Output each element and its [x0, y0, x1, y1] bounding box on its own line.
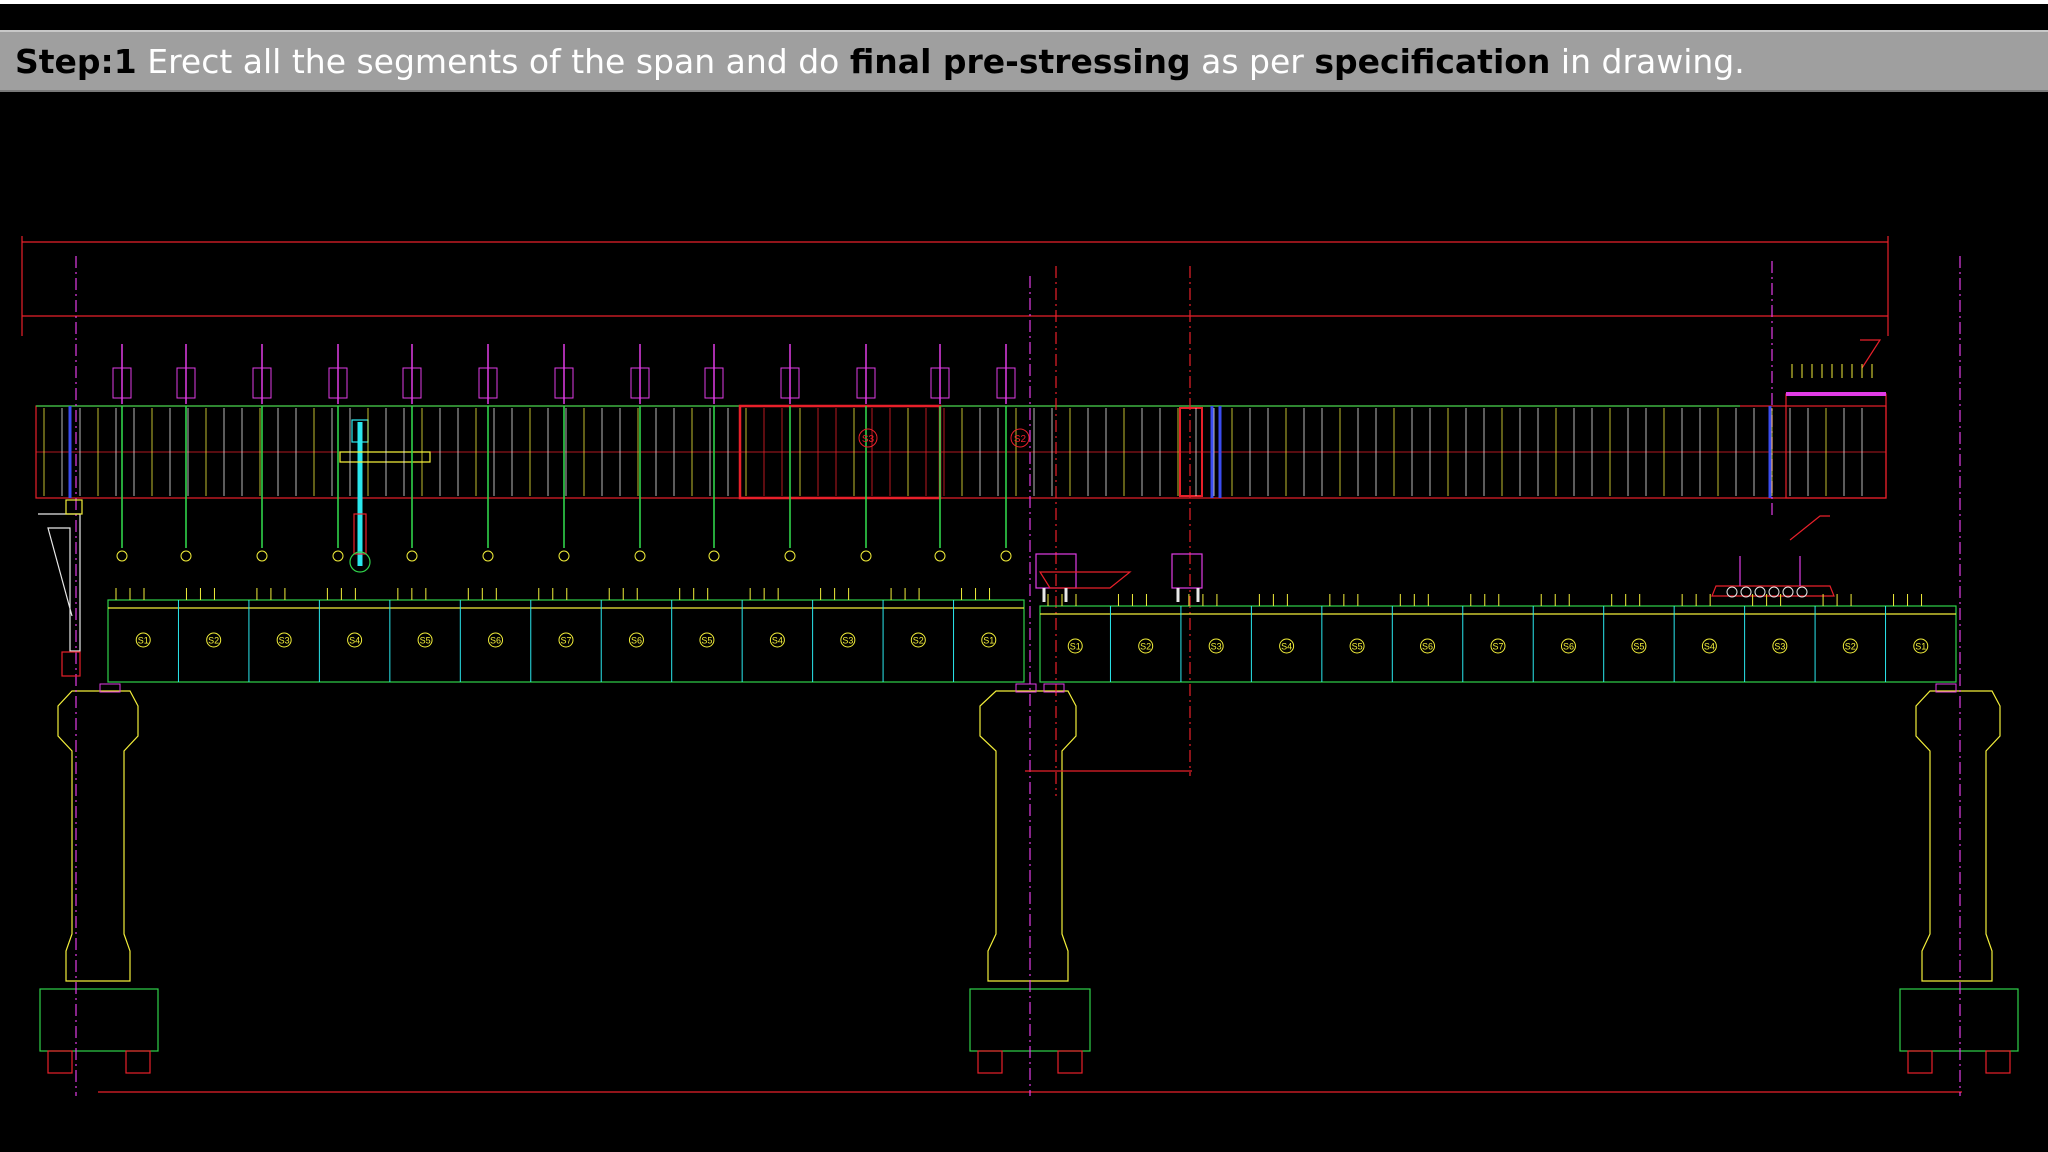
- girder-marker-label: S2: [1014, 434, 1027, 445]
- left-span-segment-label: S4: [349, 636, 360, 646]
- right-span-segment-label: S6: [1422, 642, 1433, 652]
- gantry-crane: [339, 419, 431, 573]
- left-span-segment-label: S3: [279, 636, 290, 646]
- right-span-segment-label: S2: [1140, 642, 1151, 652]
- left-pier: [39, 690, 159, 1074]
- right-span-segment-label: S4: [1281, 642, 1292, 652]
- hanger-hook: [784, 550, 796, 562]
- hanger-hook: [256, 550, 268, 562]
- right-span-segment-label: S1: [1915, 642, 1926, 652]
- instruction-text-3: in drawing.: [1560, 41, 1745, 81]
- left-span-segment-label: S7: [560, 636, 571, 646]
- right-span-segment-label: S1: [1070, 642, 1081, 652]
- step-banner: Step:1 Erect all the segments of the spa…: [0, 30, 2048, 92]
- right-span-segment-label: S5: [1633, 642, 1644, 652]
- left-span-segment-label: S4: [772, 636, 783, 646]
- hanger-hook: [406, 550, 418, 562]
- instruction-text-2: as per: [1201, 41, 1304, 81]
- step-label: Step:1: [15, 41, 137, 81]
- hanger-hook: [1000, 550, 1012, 562]
- lifting-frame: [1711, 339, 1882, 597]
- left-span-segment-label: S1: [983, 636, 994, 646]
- right-span-segment-label: S7: [1492, 642, 1503, 652]
- right-span-segment-label: S6: [1563, 642, 1574, 652]
- hanger-hook: [180, 550, 192, 562]
- right-span-segment-label: S2: [1845, 642, 1856, 652]
- hanger-hook: [482, 550, 494, 562]
- girder-nose: [1785, 393, 1887, 499]
- left-span-segment-label: S2: [208, 636, 219, 646]
- cad-drawing: S1 S2 S3 S4 S5 S6 S7 S6 S5 S4 S3 S2 S1 S1 S2 S3 S4 S5 S6 S7…: [0, 96, 2048, 1152]
- right-pier: [1899, 690, 2019, 1074]
- girder-marker-label: S3: [862, 434, 875, 445]
- hanger-hook: [634, 550, 646, 562]
- left-span-segment-label: S5: [420, 636, 431, 646]
- right-span-segment-label: S5: [1352, 642, 1363, 652]
- hanger-hook: [934, 550, 946, 562]
- left-span-segment-label: S5: [701, 636, 712, 646]
- instruction-bold-1: final pre-stressing: [849, 41, 1191, 81]
- instruction-bold-2: specification: [1314, 41, 1551, 81]
- right-span-segment-label: S3: [1774, 642, 1785, 652]
- right-span-segment-label: S4: [1704, 642, 1715, 652]
- middle-support-frame: [1035, 553, 1203, 602]
- left-span-segment-label: S6: [490, 636, 501, 646]
- hanger-hook: [116, 550, 128, 562]
- hanger-hook: [558, 550, 570, 562]
- hanger-hook: [332, 550, 344, 562]
- top-edge-line: [0, 0, 2048, 4]
- left-span-segment-label: S6: [631, 636, 642, 646]
- hanger-hook: [860, 550, 872, 562]
- left-span-segment-label: S1: [138, 636, 149, 646]
- left-span-segment-label: S2: [913, 636, 924, 646]
- hanger-hook: [708, 550, 720, 562]
- right-span-segment-label: S3: [1211, 642, 1222, 652]
- instruction-text-1: Erect all the segments of the span and d…: [147, 41, 840, 81]
- left-span-segment-label: S3: [842, 636, 853, 646]
